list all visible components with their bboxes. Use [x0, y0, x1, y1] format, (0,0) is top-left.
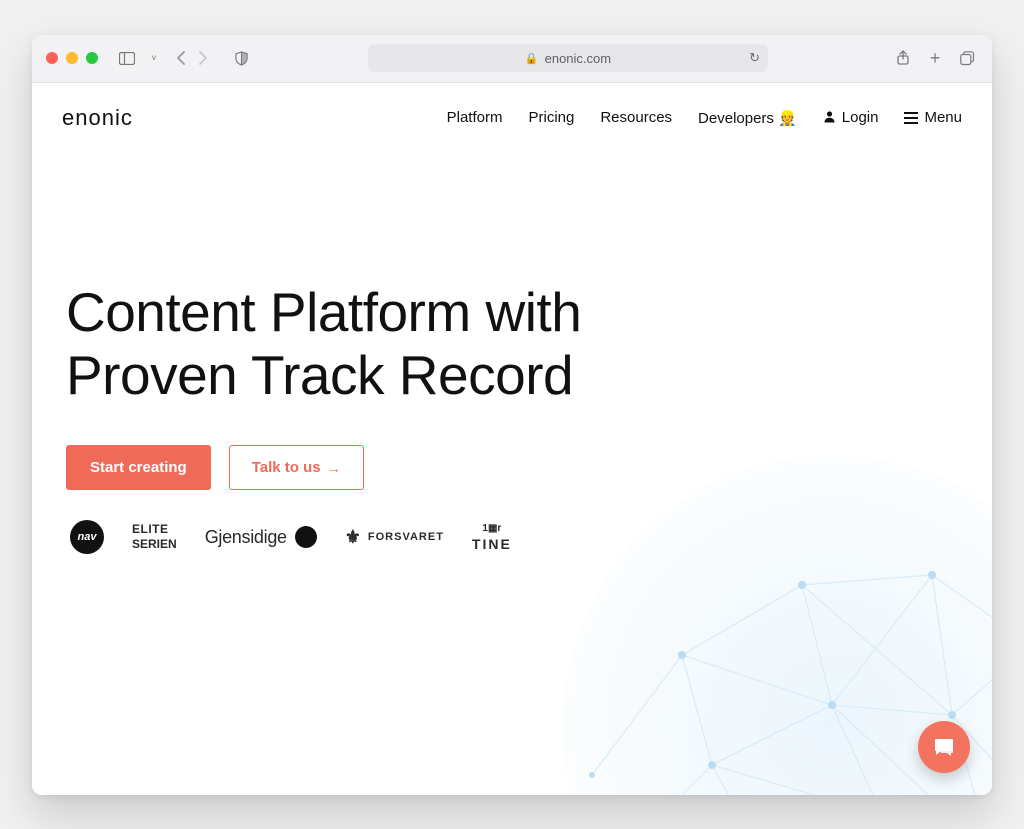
share-icon[interactable] — [892, 47, 914, 69]
client-logo-eliteserien: ELITE SERIEN — [132, 524, 177, 550]
chevron-down-icon[interactable]: ˅ — [148, 47, 160, 69]
traffic-lights — [46, 52, 98, 64]
tine-crown-icon: 1▦r — [482, 523, 501, 534]
window-close-button[interactable] — [46, 52, 58, 64]
arrow-right-icon: → — [327, 460, 341, 476]
hero-title: Content Platform with Proven Track Recor… — [66, 281, 826, 408]
browser-window: ˅ 🔒 enonic.com ↻ + — [32, 35, 992, 795]
client-logo-gjensidige: Gjensidige — [205, 526, 317, 548]
forward-button[interactable] — [192, 47, 214, 69]
forsvaret-mark-icon: ⚜ — [345, 527, 362, 548]
chat-widget-button[interactable] — [918, 721, 970, 773]
window-minimize-button[interactable] — [66, 52, 78, 64]
address-bar[interactable]: 🔒 enonic.com ↻ — [368, 44, 768, 72]
primary-nav: Platform Pricing Resources Developers 👷 … — [447, 109, 962, 127]
tabs-overview-icon[interactable] — [956, 47, 978, 69]
browser-chrome: ˅ 🔒 enonic.com ↻ + — [32, 35, 992, 83]
gjensidige-mark-icon — [295, 526, 317, 548]
nav-pricing[interactable]: Pricing — [528, 109, 574, 126]
nav-login-label: Login — [842, 109, 879, 126]
nav-login[interactable]: Login — [823, 109, 879, 126]
site-logo[interactable]: enonic — [62, 105, 133, 131]
chat-icon — [932, 735, 956, 759]
start-creating-button[interactable]: Start creating — [66, 445, 211, 490]
cta-row: Start creating Talk to us → — [66, 445, 958, 490]
back-button[interactable] — [170, 47, 192, 69]
client-logo-forsvaret: ⚜ FORSVARET — [345, 527, 444, 548]
person-icon — [823, 110, 836, 126]
nav-resources[interactable]: Resources — [600, 109, 672, 126]
client-logos: nav ELITE SERIEN Gjensidige ⚜ FORSVARET … — [66, 520, 958, 554]
window-maximize-button[interactable] — [86, 52, 98, 64]
sidebar-toggle-icon[interactable] — [116, 47, 138, 69]
client-logo-tine: 1▦r TINE — [472, 523, 512, 552]
hamburger-icon — [904, 112, 918, 124]
nav-menu[interactable]: Menu — [904, 109, 962, 126]
talk-to-us-button[interactable]: Talk to us → — [229, 445, 364, 490]
new-tab-icon[interactable]: + — [924, 47, 946, 69]
nav-developers[interactable]: Developers 👷 — [698, 109, 797, 127]
client-logo-nav: nav — [70, 520, 104, 554]
address-bar-host: enonic.com — [545, 51, 611, 66]
talk-to-us-label: Talk to us — [252, 459, 321, 476]
page-content: enonic Platform Pricing Resources Develo… — [32, 83, 992, 795]
site-header: enonic Platform Pricing Resources Develo… — [32, 83, 992, 141]
privacy-shield-icon[interactable] — [230, 47, 252, 69]
nav-menu-label: Menu — [924, 109, 962, 126]
hero: Content Platform with Proven Track Recor… — [32, 141, 992, 555]
lock-icon: 🔒 — [525, 52, 539, 65]
refresh-icon[interactable]: ↻ — [749, 50, 760, 66]
nav-platform[interactable]: Platform — [447, 109, 503, 126]
